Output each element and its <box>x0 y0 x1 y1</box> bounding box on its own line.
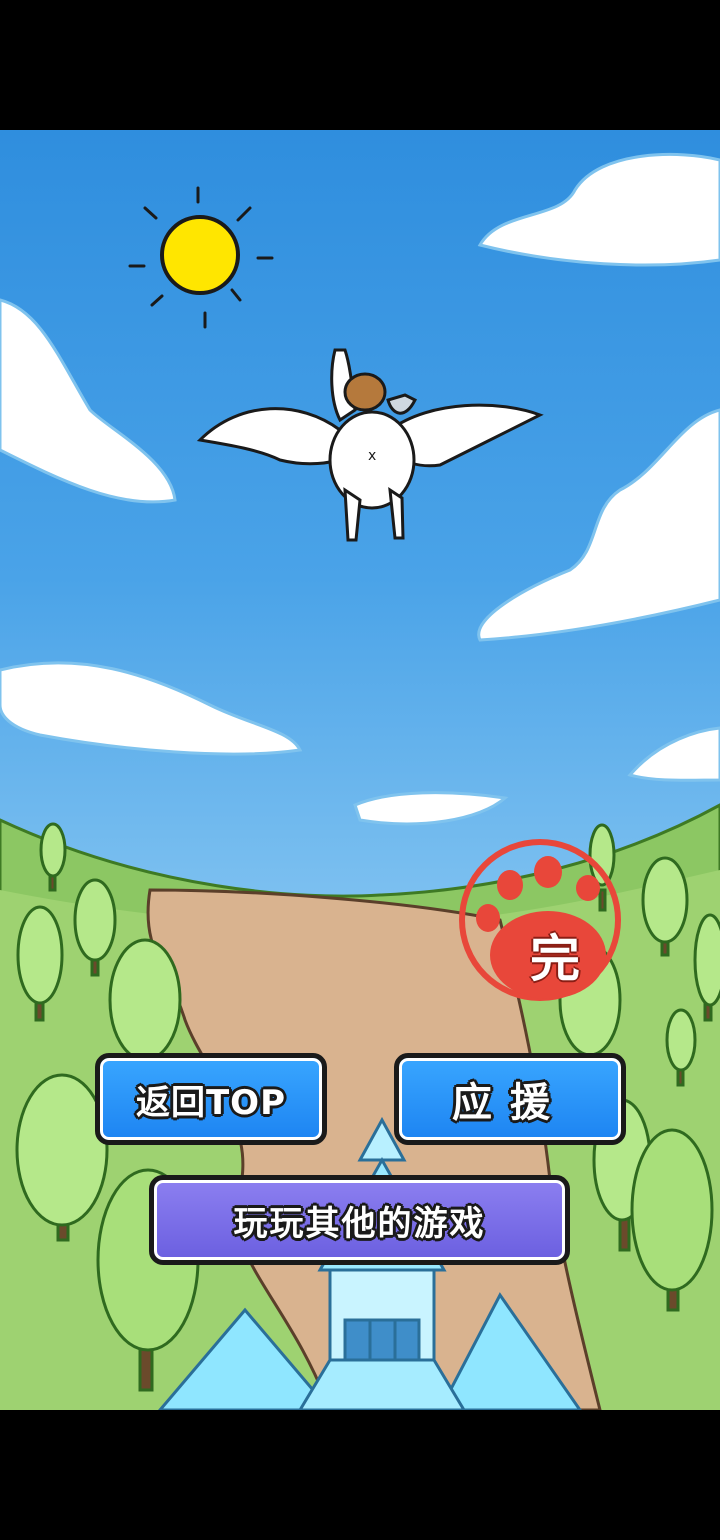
back-to-top-button[interactable]: 返回TOP <box>95 1053 327 1145</box>
back-to-top-label: 返回TOP <box>135 1082 286 1123</box>
more-games-button[interactable]: 玩玩其他的游戏 <box>149 1175 570 1265</box>
sun-icon <box>128 186 274 329</box>
pegasus-icon: x <box>196 348 544 542</box>
cheer-button[interactable]: 应援 <box>394 1053 626 1145</box>
more-games-label: 玩玩其他的游戏 <box>233 1203 486 1244</box>
cheer-label: 应援 <box>452 1080 568 1126</box>
svg-text:x: x <box>368 448 376 464</box>
completed-stamp-label: 完 <box>530 930 580 988</box>
